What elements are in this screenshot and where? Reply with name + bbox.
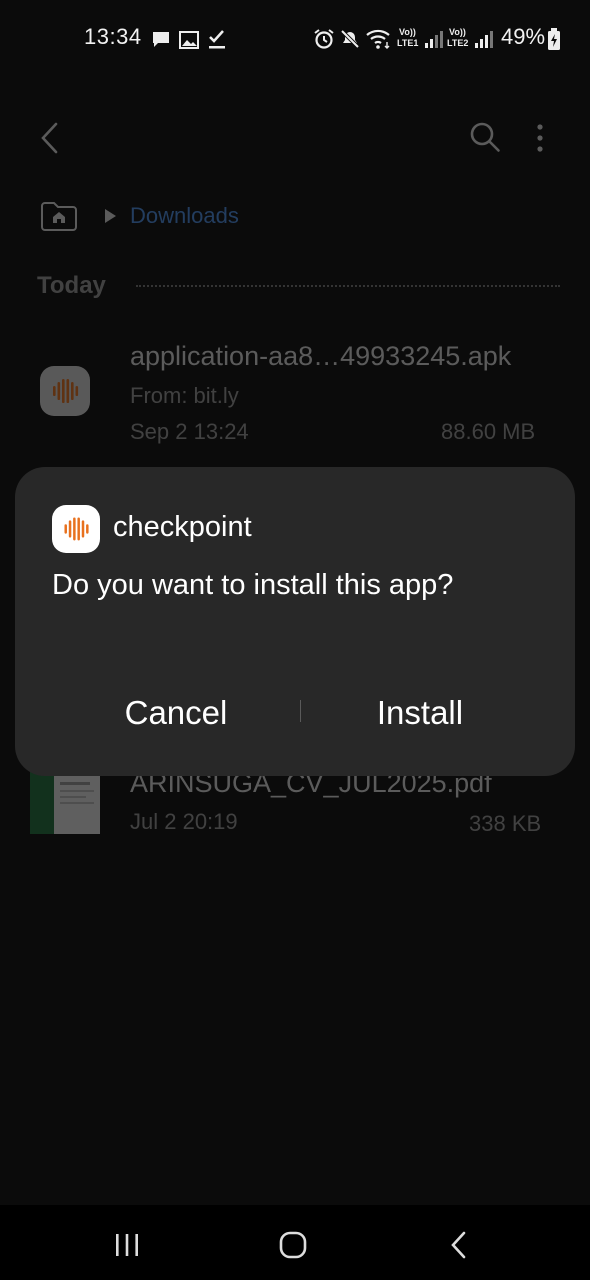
more-options-icon[interactable] [528,122,552,154]
home-icon[interactable] [278,1230,308,1260]
file-name[interactable]: application-aa8…49933245.apk [130,341,511,372]
file-date: Jul 2 20:19 [130,809,238,834]
back-nav-icon[interactable] [446,1229,472,1261]
breadcrumb-downloads[interactable]: Downloads [130,203,239,229]
apk-file-icon [40,366,90,416]
cancel-button[interactable]: Cancel [60,680,292,746]
pdf-thumbnail [30,772,100,834]
breadcrumb-arrow-icon [105,209,116,223]
file-size: 88.60 MB [441,419,536,444]
section-title: Today [37,272,106,299]
recents-icon[interactable] [113,1233,141,1257]
app-icon [52,505,100,553]
dialog-app-name: checkpoint [113,511,252,543]
button-divider [300,700,301,722]
file-source: From: bit.ly [130,383,239,408]
install-button[interactable]: Install [304,680,536,746]
home-folder-icon[interactable] [40,200,78,232]
dialog-question: Do you want to install this app? [52,569,454,601]
search-icon[interactable] [468,120,502,154]
back-icon[interactable] [36,120,66,156]
navigation-bar [0,1205,590,1280]
section-divider [136,285,560,287]
file-size: 338 KB [469,811,542,836]
file-date: Sep 2 13:24 [130,419,249,444]
